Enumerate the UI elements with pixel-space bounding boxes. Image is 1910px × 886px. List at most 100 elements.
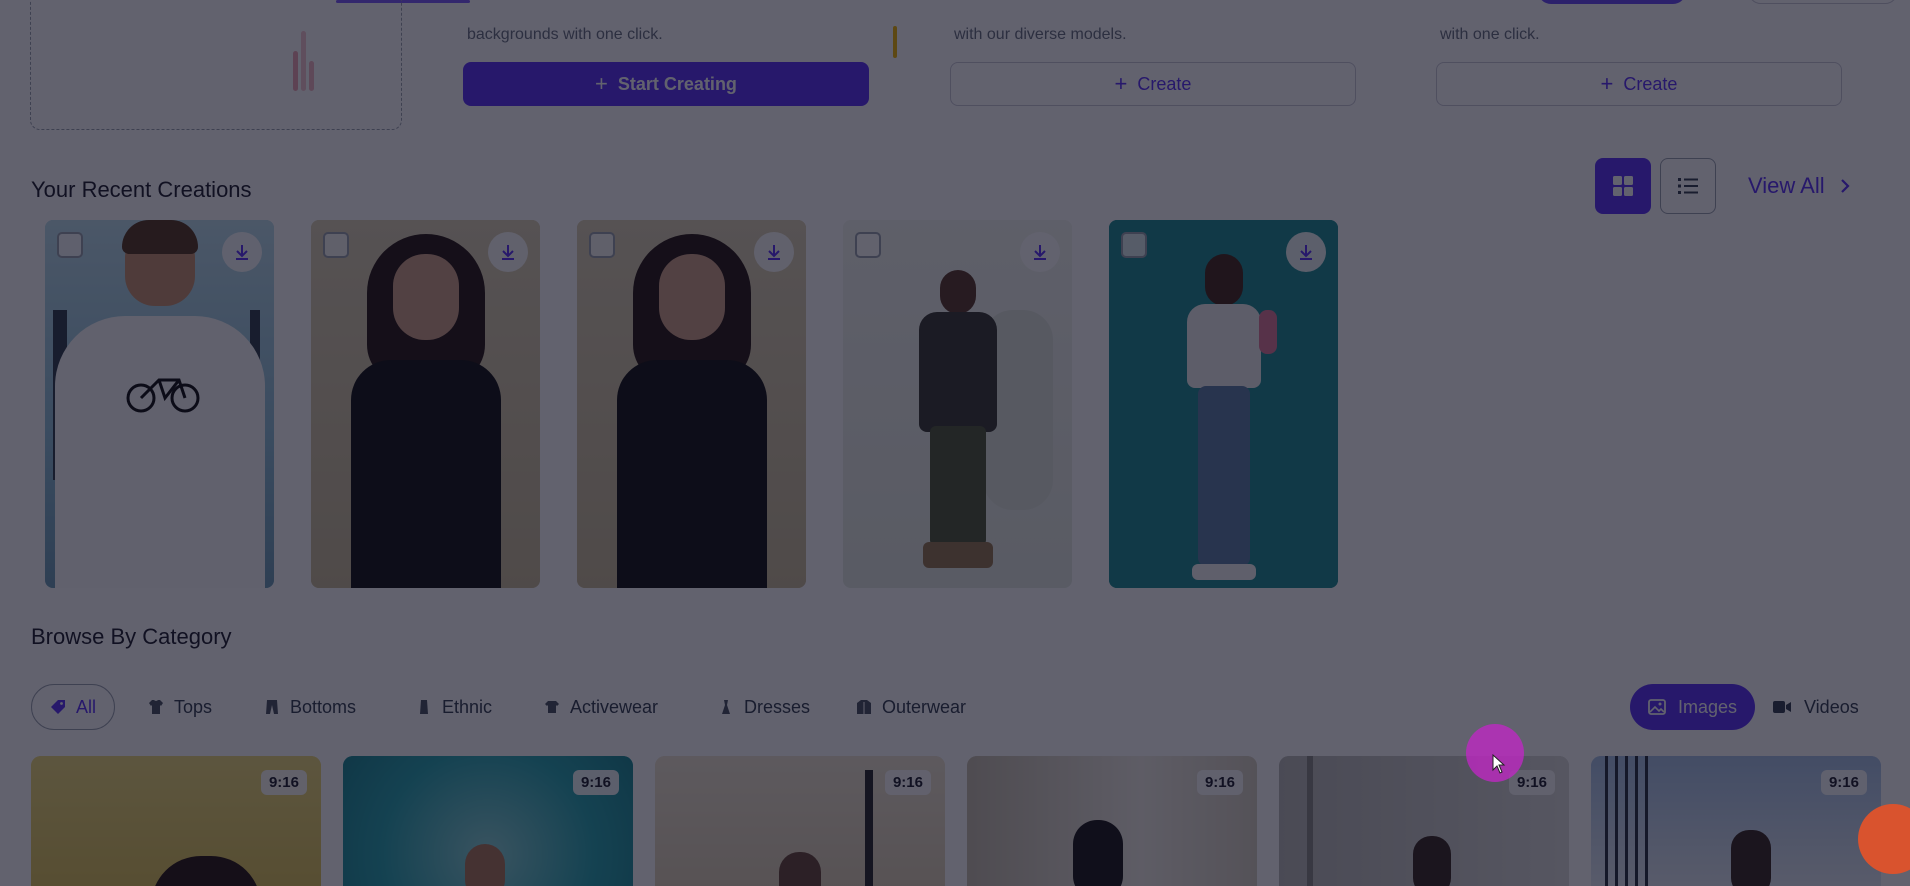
- feature-description: with our diverse models.: [954, 26, 1127, 43]
- model-face: [392, 254, 459, 340]
- model-pants: [929, 426, 986, 546]
- create-label: Create: [1137, 73, 1192, 94]
- select-checkbox[interactable]: [323, 232, 349, 258]
- model-top: [616, 360, 767, 588]
- ethnic-icon: [420, 700, 428, 714]
- category-chip-tops[interactable]: Tops: [130, 684, 230, 730]
- images-label: Images: [1678, 696, 1738, 717]
- browse-tile[interactable]: 9:16: [343, 756, 633, 886]
- category-chip-ethnic[interactable]: Ethnic: [398, 684, 510, 730]
- category-chip-dresses[interactable]: Dresses: [700, 684, 828, 730]
- download-icon: [768, 245, 780, 260]
- images-toggle[interactable]: Images: [1630, 684, 1756, 730]
- start-creating-button[interactable]: + Start Creating: [463, 62, 869, 106]
- chevron-right-icon: [1840, 179, 1850, 193]
- category-label: Tops: [174, 696, 213, 717]
- create-button[interactable]: + Create: [950, 62, 1356, 106]
- recent-card[interactable]: [843, 220, 1072, 588]
- category-label: Outerwear: [882, 696, 967, 717]
- aspect-ratio-badge: 9:16: [1196, 770, 1243, 795]
- grid-view-button[interactable]: [1595, 158, 1651, 214]
- videos-toggle[interactable]: Videos: [1754, 684, 1877, 730]
- tile-prop: [1307, 756, 1313, 886]
- category-label: Bottoms: [290, 696, 357, 717]
- upload-dropzone[interactable]: [30, 0, 402, 130]
- download-icon: [1300, 245, 1312, 260]
- model-top: [350, 360, 501, 588]
- image-icon: [1648, 699, 1666, 715]
- tile-model: [779, 852, 821, 886]
- category-chip-all[interactable]: All: [31, 684, 116, 730]
- mouse-cursor-icon: [1492, 754, 1506, 774]
- view-all-link[interactable]: View All: [1748, 173, 1851, 199]
- browse-category-title: Browse By Category: [31, 624, 232, 649]
- video-icon: [1773, 701, 1791, 713]
- create-button[interactable]: + Create: [1436, 62, 1842, 106]
- recent-card[interactable]: [311, 220, 540, 588]
- aspect-ratio-badge: 9:16: [572, 770, 619, 795]
- plus-icon: +: [595, 71, 608, 96]
- upload-illustration-bar: [309, 61, 314, 91]
- download-button[interactable]: [222, 232, 262, 272]
- model-tee: [918, 312, 997, 432]
- model-face: [658, 254, 725, 340]
- download-button[interactable]: [1020, 232, 1060, 272]
- upload-illustration-bar: [293, 51, 298, 91]
- model-head: [1204, 254, 1243, 306]
- feature-description: backgrounds with one click.: [467, 26, 663, 43]
- header-primary-button[interactable]: [1538, 0, 1686, 4]
- model-boots: [922, 542, 993, 568]
- model-hair: [121, 220, 198, 254]
- pants-icon: [266, 700, 278, 714]
- aspect-ratio-badge: 9:16: [884, 770, 931, 795]
- download-button[interactable]: [1286, 232, 1326, 272]
- upload-illustration-bar: [301, 31, 306, 91]
- header-secondary-button[interactable]: [1748, 0, 1898, 4]
- grid-icon: [1613, 176, 1633, 196]
- download-button[interactable]: [754, 232, 794, 272]
- page: backgrounds with one click. + Start Crea…: [0, 0, 1910, 886]
- tile-model: [1731, 830, 1771, 886]
- list-view-button[interactable]: [1660, 158, 1716, 214]
- browse-tile[interactable]: 9:16: [1591, 756, 1881, 886]
- category-chip-activewear[interactable]: Activewear: [526, 684, 676, 730]
- browse-tile[interactable]: 9:16: [1279, 756, 1569, 886]
- download-icon: [236, 245, 248, 260]
- recent-card[interactable]: [1109, 220, 1338, 588]
- activewear-icon: [545, 701, 559, 713]
- tile-prop: [1605, 756, 1655, 886]
- select-checkbox[interactable]: [589, 232, 615, 258]
- feature-description: with one click.: [1440, 26, 1540, 43]
- category-label: Activewear: [570, 696, 659, 717]
- tile-model: [465, 844, 505, 886]
- view-all-label: View All: [1748, 173, 1825, 198]
- model-tshirt: [54, 316, 265, 588]
- videos-label: Videos: [1804, 696, 1859, 717]
- select-checkbox[interactable]: [57, 232, 83, 258]
- browse-tile[interactable]: 9:16: [967, 756, 1257, 886]
- model-sleeve: [1259, 310, 1277, 354]
- download-icon: [502, 245, 514, 260]
- category-chip-outerwear[interactable]: Outerwear: [838, 684, 984, 730]
- model-shoes: [1191, 564, 1256, 580]
- plus-icon: +: [1600, 71, 1614, 96]
- create-label: Create: [1623, 73, 1678, 94]
- jacket-icon: [857, 700, 871, 714]
- recent-creations-title: Your Recent Creations: [31, 177, 252, 202]
- browse-tile[interactable]: 9:16: [31, 756, 321, 886]
- dress-icon: [722, 700, 730, 714]
- tag-icon: [51, 700, 65, 714]
- category-label: Dresses: [744, 696, 811, 717]
- aspect-ratio-badge: 9:16: [1820, 770, 1867, 795]
- recent-card[interactable]: [45, 220, 274, 588]
- tile-prop: [865, 770, 873, 886]
- select-checkbox[interactable]: [855, 232, 881, 258]
- tile-model: [1073, 820, 1123, 886]
- recent-card[interactable]: [577, 220, 806, 588]
- browse-tile[interactable]: 9:16: [655, 756, 945, 886]
- download-icon: [1034, 245, 1046, 260]
- select-checkbox[interactable]: [1121, 232, 1147, 258]
- plus-icon: +: [1114, 71, 1128, 96]
- download-button[interactable]: [488, 232, 528, 272]
- category-chip-bottoms[interactable]: Bottoms: [246, 684, 374, 730]
